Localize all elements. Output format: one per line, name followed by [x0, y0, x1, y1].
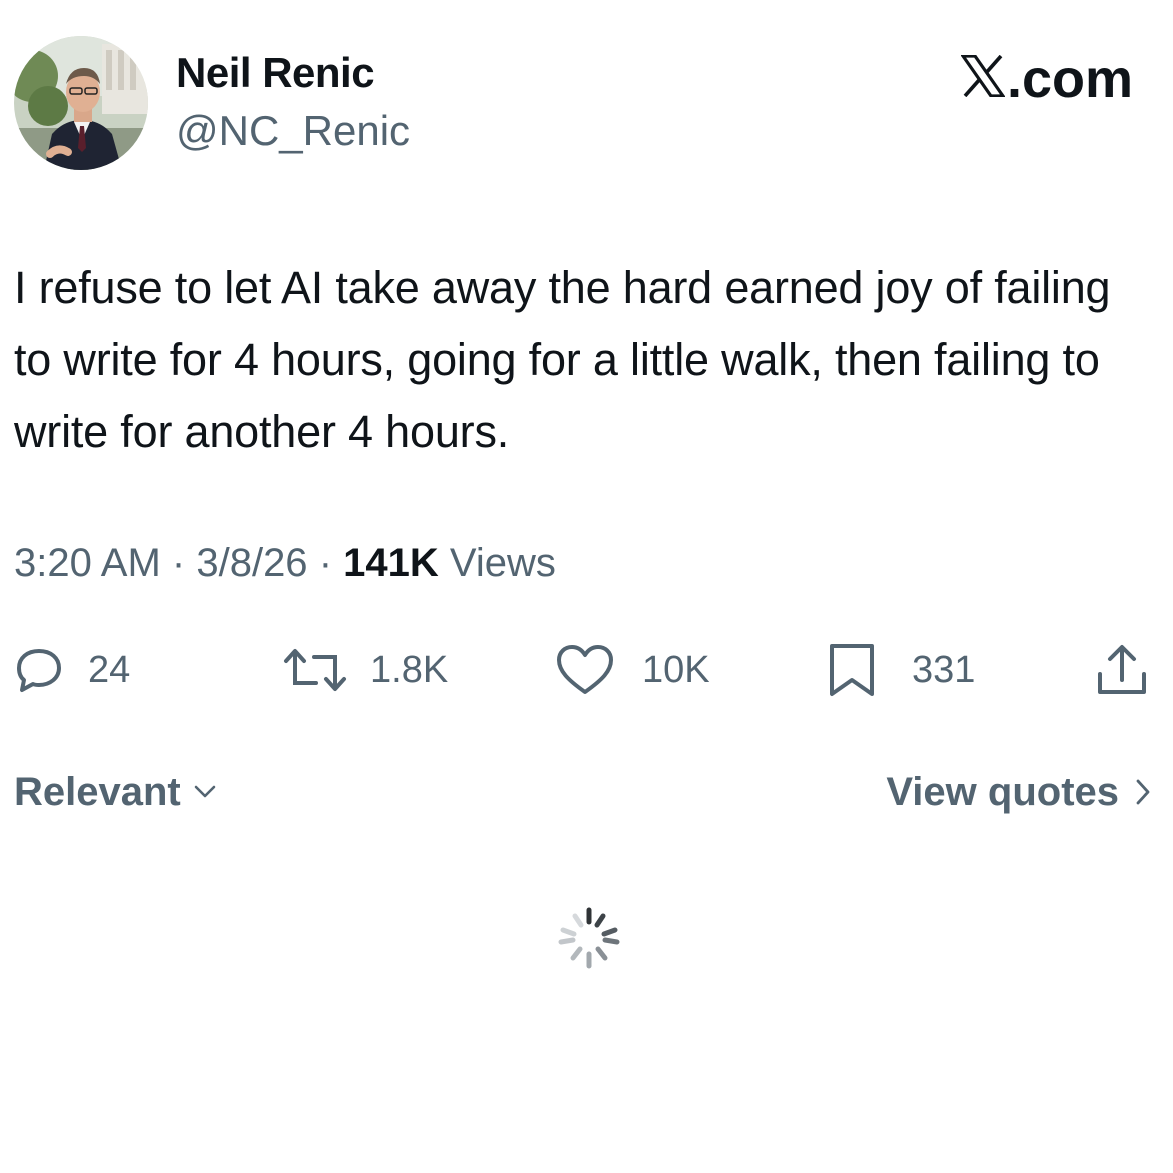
reply-button[interactable]: 24 — [14, 640, 130, 700]
speech-bubble-icon — [17, 649, 61, 692]
avatar[interactable] — [14, 36, 148, 170]
repost-button[interactable]: 1.8K — [282, 640, 448, 700]
view-quotes-link[interactable]: View quotes — [886, 772, 1151, 812]
sort-dropdown[interactable]: Relevant — [14, 772, 217, 812]
chevron-right-icon — [1136, 779, 1150, 805]
views-count: 141K — [343, 541, 439, 585]
tweet-metadata: 3:20 AM · 3/8/26 · 141K Views — [14, 543, 556, 583]
share-button[interactable] — [1094, 640, 1150, 700]
loading-spinner-icon — [557, 906, 621, 970]
reply-count: 24 — [88, 648, 131, 691]
views-label: Views — [449, 541, 556, 585]
bookmark-button[interactable]: 331 — [826, 640, 975, 700]
like-count: 10K — [642, 648, 710, 691]
heart-icon — [557, 645, 613, 694]
site-watermark: .com — [959, 49, 1133, 109]
site-label: .com — [1006, 49, 1133, 109]
bookmark-icon — [830, 644, 874, 696]
tweet-text: I refuse to let AI take away the hard ea… — [14, 262, 1111, 457]
bookmark-count: 331 — [912, 648, 976, 691]
view-quotes-label: View quotes — [886, 770, 1119, 814]
display-name[interactable]: Neil Renic — [176, 52, 375, 94]
avatar-photo — [14, 36, 148, 170]
chevron-down-icon — [194, 785, 216, 798]
meta-separator: · — [318, 541, 333, 585]
tweet-time[interactable]: 3:20 AM — [14, 541, 161, 585]
x-logo-icon — [959, 52, 1007, 106]
sort-label: Relevant — [14, 770, 181, 814]
repost-arrows-icon — [284, 649, 346, 691]
repost-count: 1.8K — [370, 648, 449, 691]
tweet-date[interactable]: 3/8/26 — [196, 541, 307, 585]
meta-separator: · — [171, 541, 186, 585]
like-button[interactable]: 10K — [556, 640, 710, 700]
user-handle[interactable]: @NC_Renic — [176, 110, 410, 152]
action-bar: 24 1.8K 10K 331 — [0, 640, 1173, 700]
share-upload-icon — [1098, 645, 1146, 694]
